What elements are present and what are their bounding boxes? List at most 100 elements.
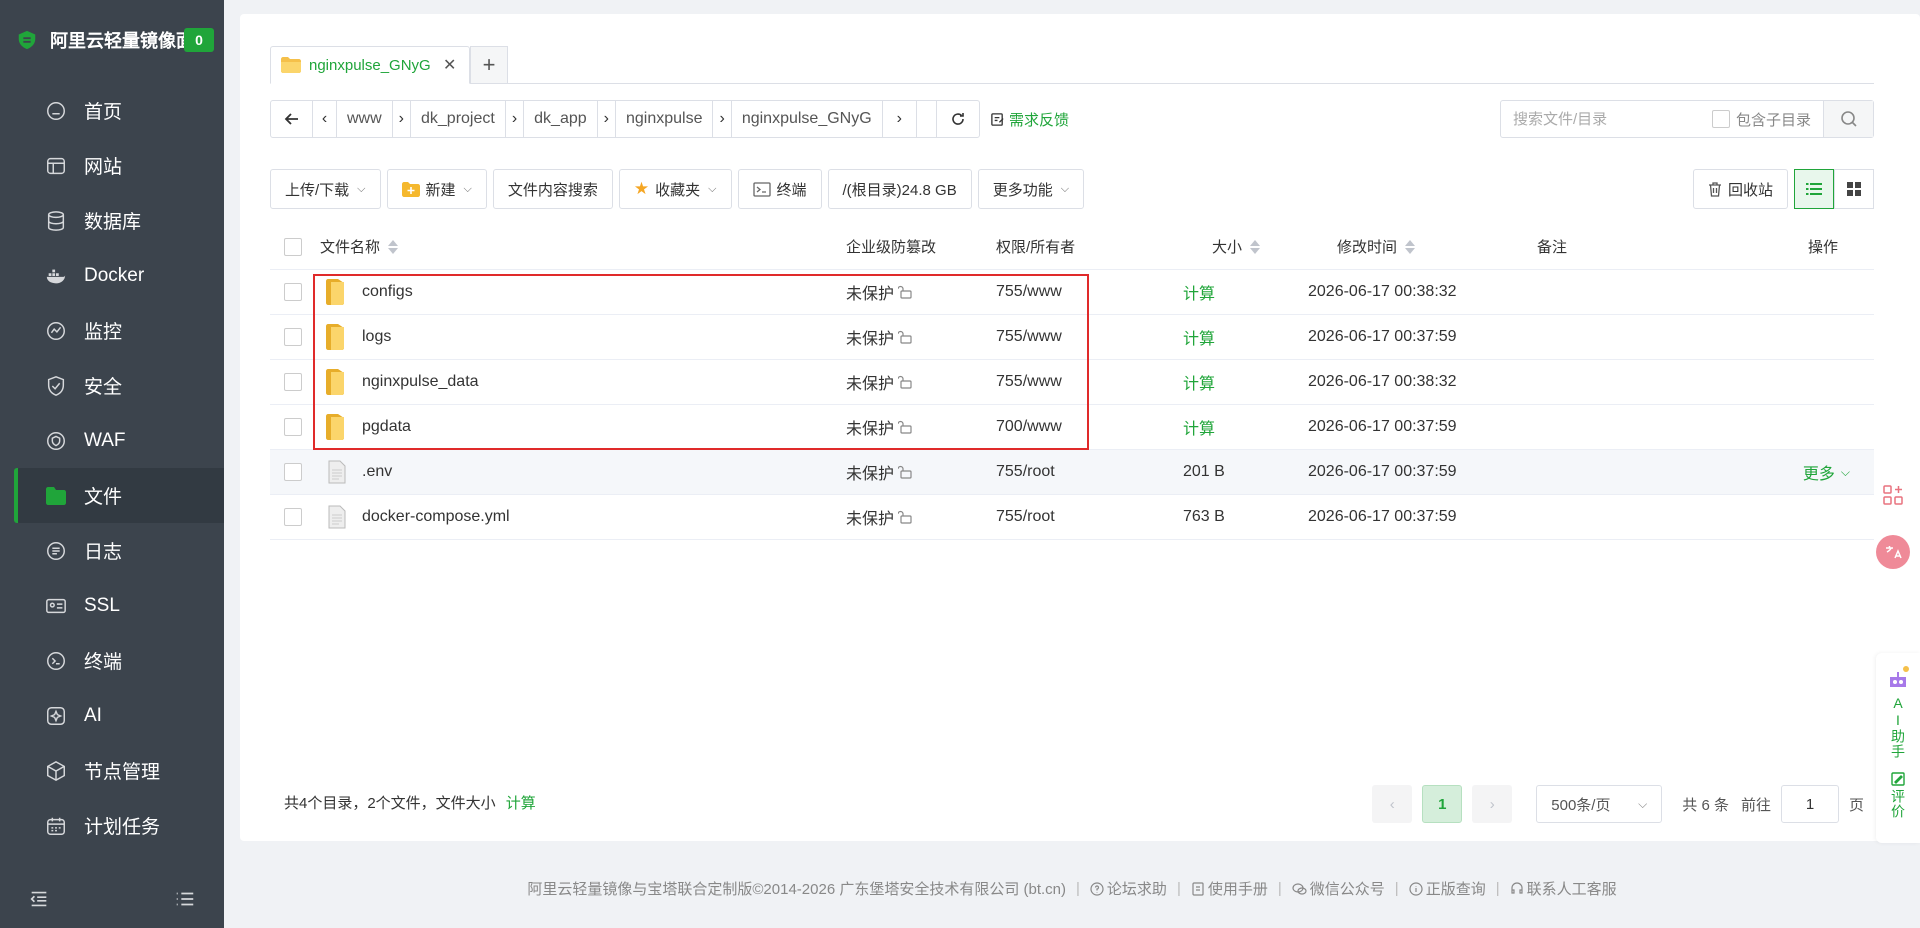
translate-button[interactable]	[1876, 535, 1910, 569]
permission[interactable]: 755/root	[996, 508, 1055, 526]
path-edit-area[interactable]	[917, 101, 937, 137]
sidebar-item-website[interactable]: 网站	[0, 138, 224, 193]
tab-current-dir[interactable]: nginxpulse_GNyG ✕	[270, 46, 470, 84]
chevron-left-icon[interactable]: ‹	[313, 101, 337, 137]
table-row[interactable]: pgdata 未保护 700/www 计算 2026-06-17 00:37:5…	[270, 405, 1874, 450]
row-checkbox[interactable]	[284, 463, 302, 481]
row-checkbox[interactable]	[284, 418, 302, 436]
more-features-button[interactable]: 更多功能 ⌵	[977, 169, 1085, 209]
sidebar-item-logs[interactable]: 日志	[0, 523, 224, 578]
rate-label[interactable]: 评价	[1888, 789, 1908, 819]
back-button[interactable]	[271, 101, 313, 137]
terminal-button[interactable]: 终端	[737, 169, 822, 209]
row-checkbox[interactable]	[284, 508, 302, 526]
file-name[interactable]: .env	[320, 460, 392, 484]
protect-status[interactable]: 未保护	[846, 460, 912, 484]
calc-size-link[interactable]: 计算	[1183, 415, 1215, 439]
content-search-button[interactable]: 文件内容搜索	[492, 169, 613, 209]
feedback-link[interactable]: 需求反馈	[990, 109, 1069, 130]
protect-status[interactable]: 未保护	[846, 415, 912, 439]
protect-status[interactable]: 未保护	[846, 505, 912, 529]
next-page-button[interactable]: ›	[1472, 785, 1513, 823]
support-link[interactable]: 联系人工客服	[1510, 878, 1617, 899]
recycle-bin-button[interactable]: 回收站	[1692, 169, 1788, 209]
notification-badge[interactable]: 0	[184, 28, 214, 52]
refresh-button[interactable]	[937, 101, 979, 137]
manual-link[interactable]: 使用手册	[1191, 878, 1268, 899]
file-name[interactable]: logs	[320, 324, 391, 350]
chevron-right-icon[interactable]: ›	[883, 101, 917, 137]
crumb-dk-project[interactable]: dk_project	[411, 101, 506, 137]
sidebar-item-terminal[interactable]: 终端	[0, 633, 224, 688]
page-size-select[interactable]: 500条/页 ⌵	[1536, 785, 1663, 823]
collapse-menu-icon[interactable]	[28, 888, 50, 910]
grid-view-button[interactable]	[1834, 169, 1874, 209]
app-grid-button[interactable]	[1876, 478, 1910, 512]
add-tab-button[interactable]: +	[470, 46, 508, 84]
protect-status[interactable]: 未保护	[846, 370, 912, 394]
calc-size-link[interactable]: 计算	[1183, 325, 1215, 349]
checkbox[interactable]	[1712, 110, 1730, 128]
sidebar-item-database[interactable]: 数据库	[0, 193, 224, 248]
rate-icon[interactable]	[1890, 771, 1906, 787]
protect-status[interactable]: 未保护	[846, 325, 912, 349]
page-number-button[interactable]: 1	[1422, 785, 1463, 823]
table-row[interactable]: docker-compose.yml 未保护 755/root 763 B 20…	[270, 495, 1874, 540]
permission[interactable]: 755/www	[996, 373, 1062, 391]
calc-total-size-link[interactable]: 计算	[506, 792, 536, 813]
prev-page-button[interactable]: ‹	[1372, 785, 1413, 823]
sidebar-item-files[interactable]: 文件	[14, 468, 224, 523]
file-name[interactable]: configs	[320, 279, 413, 305]
more-ops-button[interactable]: 更多 ⌵	[1803, 460, 1850, 484]
calc-size-link[interactable]: 计算	[1183, 280, 1215, 304]
crumb-dk-app[interactable]: dk_app	[524, 101, 598, 137]
row-checkbox[interactable]	[284, 283, 302, 301]
calc-size-link[interactable]: 计算	[1183, 370, 1215, 394]
table-row[interactable]: configs 未保护 755/www 计算 2026-06-17 00:38:…	[270, 270, 1874, 315]
favorites-button[interactable]: ★ 收藏夹 ⌵	[618, 169, 732, 209]
upload-download-button[interactable]: 上传/下载 ⌵	[270, 169, 381, 209]
search-input[interactable]	[1501, 101, 1712, 137]
file-name[interactable]: pgdata	[320, 414, 411, 440]
file-name[interactable]: docker-compose.yml	[320, 505, 510, 529]
permission[interactable]: 755/www	[996, 283, 1062, 301]
table-row[interactable]: .env 未保护 755/root 201 B 2026-06-17 00:37…	[270, 450, 1874, 495]
ai-assistant-label[interactable]: AI助手	[1888, 695, 1908, 759]
new-button[interactable]: 新建 ⌵	[386, 169, 487, 209]
ai-robot-icon[interactable]	[1884, 663, 1912, 693]
crumb-nginxpulse-gnyg[interactable]: nginxpulse_GNyG	[732, 101, 883, 137]
sidebar-item-home[interactable]: 首页	[0, 83, 224, 138]
permission[interactable]: 755/www	[996, 328, 1062, 346]
sidebar-item-ai[interactable]: AI	[0, 688, 224, 743]
disk-info-button[interactable]: /(根目录)24.8 GB	[827, 169, 972, 209]
sidebar-item-nodes[interactable]: 节点管理	[0, 743, 224, 798]
sidebar-item-docker[interactable]: Docker	[0, 248, 224, 303]
list-view-button[interactable]	[1794, 169, 1834, 209]
sidebar-item-monitor[interactable]: 监控	[0, 303, 224, 358]
close-icon[interactable]: ✕	[443, 55, 456, 75]
crumb-nginxpulse[interactable]: nginxpulse	[616, 101, 714, 137]
permission[interactable]: 755/root	[996, 463, 1055, 481]
header-size[interactable]: 大小	[1212, 236, 1261, 257]
file-name[interactable]: nginxpulse_data	[320, 369, 479, 395]
include-subdir-checkbox[interactable]: 包含子目录	[1712, 109, 1811, 130]
sidebar-item-waf[interactable]: WAF	[0, 413, 224, 468]
protect-status[interactable]: 未保护	[846, 280, 912, 304]
sidebar-item-ssl[interactable]: SSL	[0, 578, 224, 633]
row-checkbox[interactable]	[284, 328, 302, 346]
forum-help-link[interactable]: 论坛求助	[1090, 878, 1167, 899]
row-checkbox[interactable]	[284, 373, 302, 391]
table-row[interactable]: logs 未保护 755/www 计算 2026-06-17 00:37:59	[270, 315, 1874, 360]
goto-page-input[interactable]	[1780, 785, 1839, 823]
header-mtime[interactable]: 修改时间	[1337, 236, 1416, 257]
select-all-checkbox[interactable]	[284, 237, 302, 256]
crumb-www[interactable]: www	[337, 101, 393, 137]
permission[interactable]: 700/www	[996, 418, 1062, 436]
license-check-link[interactable]: 正版查询	[1409, 878, 1486, 899]
sidebar-item-security[interactable]: 安全	[0, 358, 224, 413]
header-name[interactable]: 文件名称	[320, 236, 399, 257]
list-menu-icon[interactable]	[174, 888, 196, 910]
search-button[interactable]	[1823, 101, 1873, 137]
table-row[interactable]: nginxpulse_data 未保护 755/www 计算 2026-06-1…	[270, 360, 1874, 405]
sidebar-item-cron[interactable]: 计划任务	[0, 798, 224, 853]
